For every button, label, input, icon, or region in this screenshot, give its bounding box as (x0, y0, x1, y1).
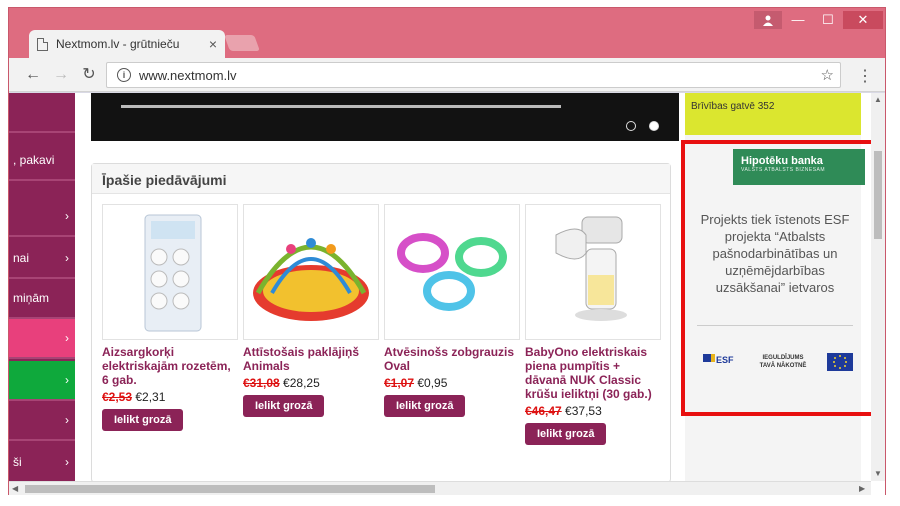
add-to-cart-button[interactable]: Ielikt grozā (525, 423, 607, 445)
add-to-cart-button[interactable]: Ielikt grozā (102, 409, 184, 431)
sidebar-item-1[interactable]: , pakavi (9, 141, 75, 181)
new-tab-button[interactable] (224, 35, 260, 51)
kebab-menu-icon[interactable]: ⋮ (857, 66, 873, 86)
minimize-button[interactable]: — (784, 11, 812, 29)
product-card: Aizsargkorķi elektriskajām rozetēm, 6 ga… (102, 204, 238, 431)
product-image[interactable] (102, 204, 238, 340)
document-icon (37, 37, 48, 51)
address-bar[interactable]: i www.nextmom.lv ☆ (106, 62, 841, 88)
scroll-right-icon[interactable]: ▶ (859, 484, 865, 493)
chevron-right-icon: › (65, 373, 69, 387)
product-card: Atvēsinošs zobgrauzis Oval €1,07 €0,95 I… (384, 204, 520, 417)
old-price: €1,07 (384, 376, 415, 390)
page-viewport: , pakavi › nai › miņām › › › ši › Īpašie p… (9, 93, 885, 495)
title-bar: Nextmom.lv - grūtnieču × — ☐ ✕ (9, 8, 885, 58)
product-prices: €31,08 €28,25 (243, 376, 379, 390)
scroll-down-icon[interactable]: ▼ (874, 469, 882, 478)
special-offers-title: Īpašie piedāvājumi (92, 164, 670, 194)
product-card: Attīstošais paklājiņš Animals €31,08 €28… (243, 204, 379, 417)
sidebar-item-8[interactable]: ši › (9, 443, 75, 483)
product-name[interactable]: Aizsargkorķi elektriskajām rozetēm, 6 ga… (102, 345, 238, 387)
old-price: €2,53 (102, 390, 133, 404)
product-name[interactable]: Attīstošais paklājiņš Animals (243, 345, 379, 373)
horizontal-scroll-thumb[interactable] (25, 485, 435, 493)
chevron-right-icon: › (65, 331, 69, 345)
url-text[interactable]: www.nextmom.lv (139, 68, 821, 83)
product-prices: €46,47 €37,53 (525, 404, 661, 418)
hero-slider[interactable] (91, 93, 679, 141)
browser-window: Nextmom.lv - grūtnieču × — ☐ ✕ ← → ↻ i w… (8, 7, 886, 495)
vertical-scrollbar[interactable]: ▲ ▼ (871, 93, 885, 481)
tab-close-icon[interactable]: × (209, 36, 217, 52)
product-prices: €1,07 €0,95 (384, 376, 520, 390)
vertical-scroll-thumb[interactable] (874, 151, 882, 239)
slider-dot-active[interactable] (649, 121, 659, 131)
highlight-box (681, 140, 875, 416)
sidebar-item-2[interactable]: › (9, 197, 75, 237)
profile-icon[interactable] (754, 11, 782, 29)
bookmark-star-icon[interactable]: ☆ (821, 66, 834, 84)
new-price: €37,53 (565, 404, 602, 418)
product-image[interactable] (384, 204, 520, 340)
browser-tab[interactable]: Nextmom.lv - grūtnieču × (29, 30, 225, 58)
new-price: €0,95 (417, 376, 448, 390)
add-to-cart-button[interactable]: Ielikt grozā (243, 395, 325, 417)
tab-title: Nextmom.lv - grūtnieču (56, 37, 180, 51)
product-image[interactable] (243, 204, 379, 340)
slider-dot[interactable] (626, 121, 636, 131)
add-to-cart-button[interactable]: Ielikt grozā (384, 395, 466, 417)
sidebar-item-3[interactable]: nai › (9, 239, 75, 279)
address-ad-banner[interactable]: Brīvības gatvē 352 (685, 93, 861, 135)
chevron-right-icon: › (65, 413, 69, 427)
sidebar-item-label: miņām (13, 291, 50, 305)
sidebar-item-label: nai (13, 251, 30, 265)
chevron-right-icon: › (65, 251, 69, 265)
old-price: €46,47 (525, 404, 562, 418)
reload-button[interactable]: ↻ (79, 65, 99, 85)
sidebar-item-7[interactable]: › (9, 401, 75, 441)
old-price: €31,08 (243, 376, 280, 390)
sidebar-item-6[interactable]: › (9, 361, 75, 401)
sidebar-item-label: ši (13, 455, 22, 469)
hero-banner-strip (121, 105, 561, 108)
special-offers-panel: Īpašie piedāvājumi Aizsargkorķi elektris… (91, 163, 671, 483)
info-icon[interactable]: i (117, 68, 131, 82)
horizontal-scrollbar[interactable]: ◀ ▶ (9, 481, 871, 495)
forward-button[interactable]: → (51, 65, 71, 85)
sidebar-item-label: , pakavi (13, 153, 55, 167)
scroll-left-icon[interactable]: ◀ (12, 484, 18, 493)
category-sidebar: , pakavi › nai › miņām › › › ši › (9, 93, 75, 483)
close-window-button[interactable]: ✕ (843, 11, 883, 29)
product-card: BabyOno elektriskais piena pumpītis + dā… (525, 204, 661, 445)
product-prices: €2,53 €2,31 (102, 390, 238, 404)
chevron-right-icon: › (65, 455, 69, 469)
new-price: €28,25 (283, 376, 320, 390)
screenshot: Nextmom.lv - grūtnieču × — ☐ ✕ ← → ↻ i w… (0, 0, 900, 506)
maximize-button[interactable]: ☐ (814, 11, 842, 29)
chevron-right-icon: › (65, 209, 69, 223)
product-name[interactable]: BabyOno elektriskais piena pumpītis + dā… (525, 345, 661, 401)
scroll-up-icon[interactable]: ▲ (874, 95, 882, 104)
sidebar-item-0[interactable] (9, 93, 75, 133)
ad-address: Brīvības gatvē 352 (691, 101, 775, 112)
product-name[interactable]: Atvēsinošs zobgrauzis Oval (384, 345, 520, 373)
back-button[interactable]: ← (23, 65, 43, 85)
product-image[interactable] (525, 204, 661, 340)
sidebar-item-5[interactable]: › (9, 319, 75, 359)
browser-toolbar: ← → ↻ i www.nextmom.lv ☆ ⋮ (9, 58, 885, 92)
sidebar-item-4[interactable]: miņām (9, 279, 75, 319)
new-price: €2,31 (135, 390, 166, 404)
